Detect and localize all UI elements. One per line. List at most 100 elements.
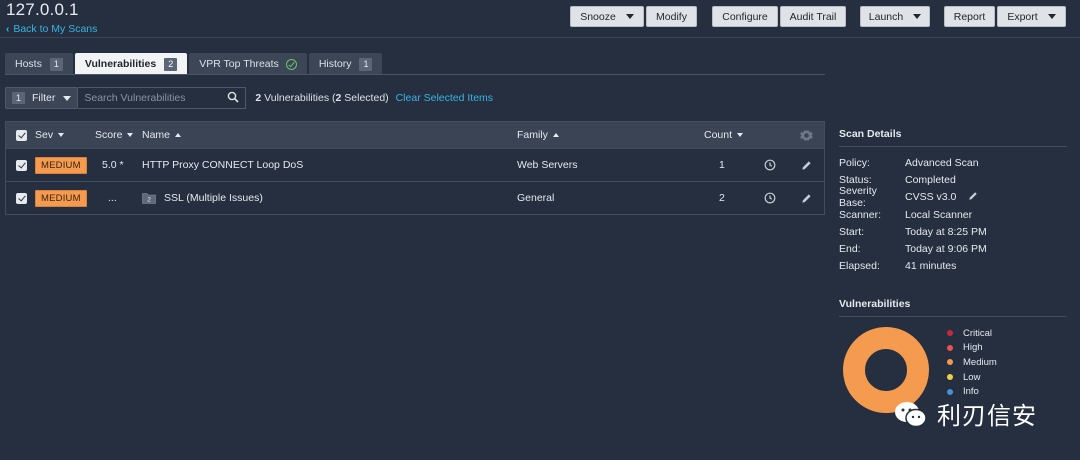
folder-count: 2 [147,197,151,204]
table-row[interactable]: MEDIUM 5.0 * HTTP Proxy CONNECT Loop DoS… [6,148,824,181]
legend-item-medium[interactable]: Medium [947,355,997,370]
legend-label: Critical [963,327,993,339]
checkbox-checked-icon [16,159,27,171]
detail-row: Severity Base: CVSS v3.0 [839,185,1067,209]
checkbox-checked-icon [16,129,27,141]
vuln-total-label: Vulnerabilities [264,92,330,104]
name-cell: HTTP Proxy CONNECT Loop DoS [142,159,304,171]
checkbox-checked-icon [16,192,27,204]
sort-down-icon [58,133,65,137]
detail-value: Local Scanner [905,208,973,221]
selection-summary: 2 Vulnerabilities (2 Selected) Clear Sel… [255,92,494,104]
legend-label: Low [963,371,981,383]
name-cell: SSL (Multiple Issues) [164,192,263,204]
clear-selected-link[interactable]: Clear Selected Items [396,92,493,104]
pencil-icon[interactable] [801,182,812,214]
snooze-modify-group: Snooze Modify [570,6,697,27]
col-score-label: Score [95,129,123,141]
vuln-total-count: 2 [255,92,262,104]
snooze-label: Snooze [580,10,616,23]
report-button[interactable]: Report [944,6,995,27]
vulnerabilities-chart-panel: Vulnerabilities Critical High Medium Low Inf… [839,292,1067,413]
launch-button[interactable]: Launch [860,6,930,27]
configure-button[interactable]: Configure [712,6,778,27]
filter-count-badge: 1 [12,92,26,104]
legend-dot-icon [947,359,953,366]
col-name[interactable]: Name [142,122,182,148]
tab-label: Vulnerabilities [84,58,157,70]
gear-icon[interactable] [800,122,813,148]
wechat-logo-icon [895,401,927,427]
family-cell: Web Servers [517,159,578,171]
audit-trail-button[interactable]: Audit Trail [780,6,846,27]
search-box [78,87,247,109]
snooze-button[interactable]: Snooze [570,6,644,27]
col-sev-label: Sev [35,129,54,141]
tab-bar: Hosts 1 Vulnerabilities 2 VPR Top Threat… [5,53,384,75]
filter-row: 1 Filter 2 Vulnerabilities (2 Selected) … [5,87,493,109]
table-header: Sev Score Name Family Count [6,122,824,148]
table-row[interactable]: MEDIUM ... 2 SSL (Multiple Issues) Gener… [6,181,824,214]
vulnerabilities-chart-title: Vulnerabilities [839,292,1067,317]
search-input[interactable] [84,92,228,104]
selected-label: Selected [344,92,386,104]
row-checkbox[interactable] [16,182,27,214]
col-sev[interactable]: Sev [35,122,65,148]
selected-count: 2 [335,92,342,104]
filter-button[interactable]: 1 Filter [5,87,79,109]
tab-hosts[interactable]: Hosts 1 [5,53,73,75]
select-all-checkbox[interactable] [16,122,27,148]
donut-slice-medium[interactable] [843,327,929,413]
export-button[interactable]: Export [997,6,1066,27]
pencil-icon[interactable] [801,149,812,181]
score-cell: 5.0 * [102,159,124,171]
detail-label: Status: [839,173,872,186]
legend-item-high[interactable]: High [947,341,997,356]
tab-label: Hosts [15,58,42,70]
legend-item-critical[interactable]: Critical [947,326,997,341]
detail-row: Start: Today at 8:25 PM [839,223,1067,240]
report-export-group: Report Export [944,6,1066,27]
col-name-label: Name [142,129,171,141]
count-cell: 1 [719,159,725,171]
vulnerabilities-table: Sev Score Name Family Count MEDIUM 5.0 *… [5,121,825,215]
detail-row: Scanner: Local Scanner [839,206,1067,223]
detail-label: Elapsed: [839,260,880,273]
modify-button[interactable]: Modify [646,6,697,27]
folder-icon: 2 [142,192,156,204]
detail-label: Start: [839,225,865,238]
page-title: 127.0.0.1 [6,0,79,19]
col-count[interactable]: Count [704,122,744,148]
chevron-down-icon [63,95,72,101]
col-score[interactable]: Score [95,122,134,148]
header-divider [0,37,1080,38]
legend-dot-icon [947,330,953,337]
back-to-scans-link[interactable]: ‹ Back to My Scans [6,23,97,35]
search-icon[interactable] [227,91,239,106]
detail-row: Policy: Advanced Scan [839,154,1067,171]
tab-history[interactable]: History 1 [308,53,383,75]
tab-vulnerabilities[interactable]: Vulnerabilities 2 [74,53,188,75]
detail-value: Completed [905,173,956,186]
detail-value: Advanced Scan [905,156,979,169]
export-label: Export [1007,10,1038,23]
tab-label: VPR Top Threats [199,58,279,70]
check-circle-icon [285,58,297,70]
snooze-clock-icon[interactable] [764,182,776,214]
row-checkbox[interactable] [16,149,27,181]
score-cell: ... [108,192,117,204]
chevron-down-icon [625,14,634,19]
pencil-icon[interactable] [968,191,978,204]
col-family[interactable]: Family [517,122,559,148]
legend-item-low[interactable]: Low [947,370,997,385]
detail-value: 41 minutes [905,260,957,273]
snooze-clock-icon[interactable] [764,149,776,181]
detail-label: Policy: [839,156,870,169]
legend-label: High [963,342,983,354]
tab-vpr-top-threats[interactable]: VPR Top Threats [189,53,307,75]
launch-group: Launch [860,6,930,27]
detail-value: CVSS v3.0 [905,191,957,204]
launch-label: Launch [868,10,904,23]
name-cell-group: 2 SSL (Multiple Issues) [142,182,263,214]
back-link-label: Back to My Scans [13,23,98,35]
